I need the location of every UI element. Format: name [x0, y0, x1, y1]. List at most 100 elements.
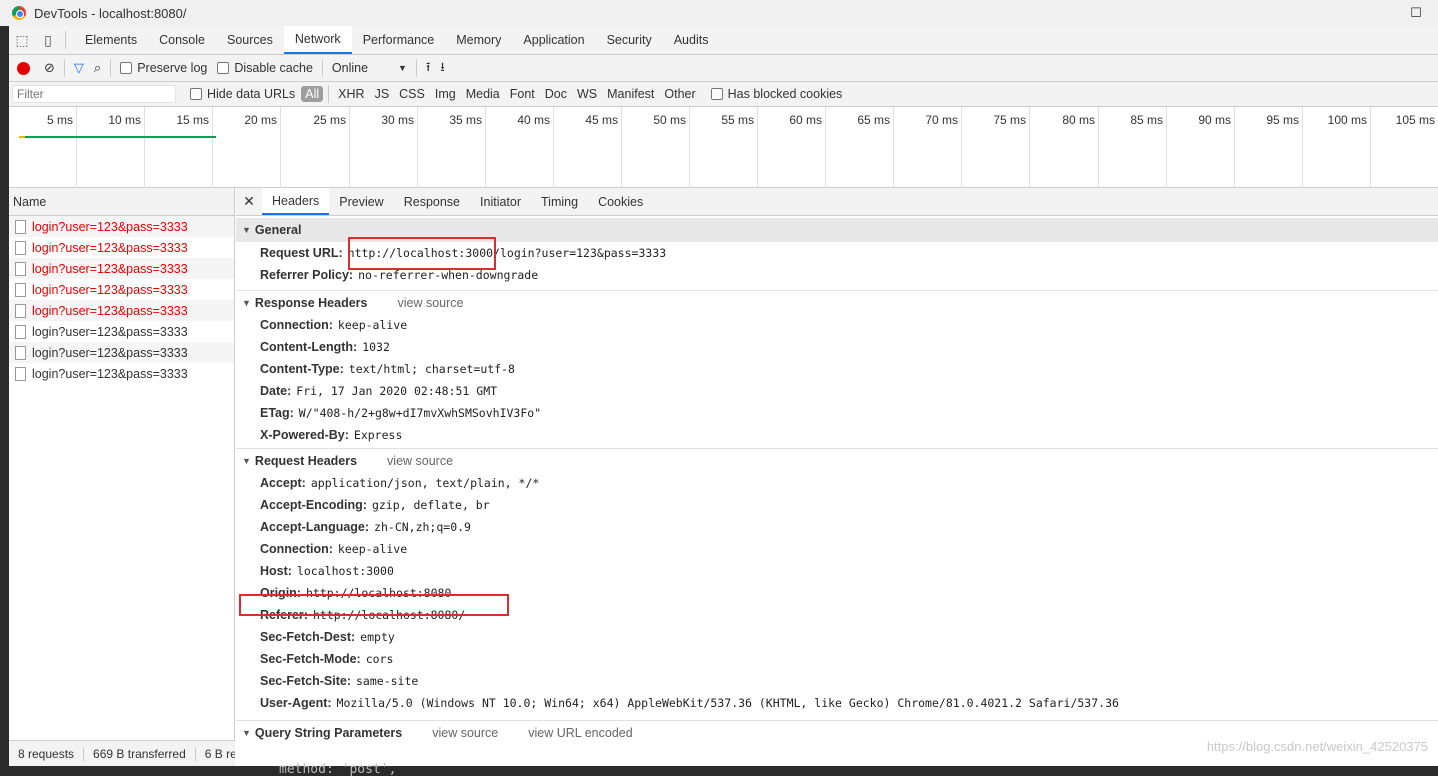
type-filter-all[interactable]: All [301, 86, 324, 102]
has-blocked-cookies-checkbox[interactable]: Has blocked cookies [710, 87, 842, 101]
general-key: Referrer Policy: [260, 268, 354, 282]
tab-audits[interactable]: Audits [663, 26, 720, 54]
request-header-key: Sec-Fetch-Mode: [260, 652, 361, 666]
tab-response[interactable]: Response [394, 188, 470, 215]
response-headers-section-header[interactable]: ▼ Response Headers view source [236, 290, 1438, 314]
query-view-source-link[interactable]: view source [432, 726, 498, 740]
view-url-encoded-link[interactable]: view URL encoded [528, 726, 632, 740]
checkbox-icon [217, 62, 230, 74]
query-string-title: Query String Parameters [254, 725, 403, 740]
request-row[interactable]: login?user=123&pass=3333 [9, 237, 234, 258]
maximize-icon[interactable]: ☐ [1406, 4, 1426, 22]
hide-data-urls-checkbox[interactable]: Hide data URLs [190, 87, 295, 101]
overview-tick-label: 105 ms [1395, 113, 1435, 127]
tab-initiator[interactable]: Initiator [470, 188, 531, 215]
type-filter-img[interactable]: Img [431, 87, 460, 101]
import-har-icon[interactable]: ⭱ [426, 58, 430, 79]
type-filter-css[interactable]: CSS [395, 87, 429, 101]
overview-request-bar [23, 136, 216, 138]
device-toolbar-icon[interactable]: ▯ [35, 26, 61, 54]
general-value[interactable]: no-referrer-when-downgrade [358, 268, 538, 282]
detail-tab-bar: ✕ Headers Preview Response Initiator Tim… [236, 188, 1438, 216]
search-icon[interactable]: ⌕ [94, 60, 101, 76]
request-header-value[interactable]: cors [366, 652, 394, 666]
request-view-source-link[interactable]: view source [387, 454, 453, 468]
response-header-value[interactable]: Express [354, 428, 402, 442]
request-header-value[interactable]: same-site [356, 674, 418, 688]
name-column-header[interactable]: Name [9, 188, 234, 216]
request-headers-section-header[interactable]: ▼ Request Headers view source [236, 448, 1438, 472]
type-filter-other[interactable]: Other [660, 87, 699, 101]
response-header-value[interactable]: text/html; charset=utf-8 [349, 362, 515, 376]
overview-gridline [9, 107, 1438, 188]
tab-application[interactable]: Application [512, 26, 595, 54]
type-filter-ws[interactable]: WS [573, 87, 601, 101]
tab-performance[interactable]: Performance [352, 26, 446, 54]
request-header-key: User-Agent: [260, 696, 332, 710]
divider [110, 59, 112, 77]
response-header-key: Content-Length: [260, 340, 358, 354]
type-filter-doc[interactable]: Doc [541, 87, 571, 101]
request-url-highlight-box [348, 237, 496, 270]
response-header-value[interactable]: keep-alive [338, 318, 407, 332]
throttle-select[interactable]: Online ▼ [332, 61, 407, 75]
request-header-value[interactable]: empty [360, 630, 395, 644]
request-header-value[interactable]: localhost:3000 [297, 564, 394, 578]
tab-console[interactable]: Console [148, 26, 216, 54]
filter-icon[interactable]: ▽ [74, 60, 84, 76]
request-row[interactable]: login?user=123&pass=3333 [9, 342, 234, 363]
tab-cookies[interactable]: Cookies [588, 188, 653, 215]
file-icon [15, 240, 26, 255]
disable-cache-checkbox[interactable]: Disable cache [217, 61, 313, 75]
tab-sources[interactable]: Sources [216, 26, 284, 54]
type-filter-font[interactable]: Font [506, 87, 539, 101]
response-header-value[interactable]: Fri, 17 Jan 2020 02:48:51 GMT [296, 384, 497, 398]
tab-preview[interactable]: Preview [329, 188, 393, 215]
response-header-value[interactable]: W/"408-h/2+g8w+dI7mvXwhSMSovhIV3Fo" [299, 406, 541, 420]
type-filter-js[interactable]: JS [371, 87, 394, 101]
request-row[interactable]: login?user=123&pass=3333 [9, 258, 234, 279]
request-row[interactable]: login?user=123&pass=3333 [9, 216, 234, 237]
response-view-source-link[interactable]: view source [397, 296, 463, 310]
tab-headers[interactable]: Headers [262, 188, 330, 215]
request-name: login?user=123&pass=3333 [32, 303, 188, 318]
response-header-key: Connection: [260, 318, 333, 332]
inspect-element-icon[interactable]: ⬚ [9, 26, 35, 54]
type-filter-xhr[interactable]: XHR [334, 87, 368, 101]
request-header-row: Accept: application/json, text/plain, */* [236, 472, 1438, 494]
title-bar: DevTools - localhost:8080/ ☐ [0, 0, 1438, 26]
request-header-value[interactable]: zh-CN,zh;q=0.9 [374, 520, 471, 534]
network-status-bar: 8 requests 669 B transferred 6 B re [9, 740, 235, 766]
export-har-icon[interactable]: ⭳ [440, 58, 444, 79]
divider [321, 59, 323, 77]
request-header-value[interactable]: Mozilla/5.0 (Windows NT 10.0; Win64; x64… [337, 696, 1119, 710]
type-filter-media[interactable]: Media [462, 87, 504, 101]
filter-input[interactable] [12, 85, 176, 103]
divider [415, 59, 417, 77]
preserve-log-checkbox[interactable]: Preserve log [120, 61, 207, 75]
request-header-value[interactable]: gzip, deflate, br [372, 498, 490, 512]
response-header-value[interactable]: 1032 [362, 340, 390, 354]
tab-elements[interactable]: Elements [74, 26, 148, 54]
tab-memory[interactable]: Memory [445, 26, 512, 54]
request-header-value[interactable]: keep-alive [338, 542, 407, 556]
response-header-row: Content-Type: text/html; charset=utf-8 [236, 358, 1438, 380]
request-row[interactable]: login?user=123&pass=3333 [9, 363, 234, 384]
response-headers-title: Response Headers [254, 295, 368, 310]
tab-network[interactable]: Network [283, 26, 352, 54]
tab-security[interactable]: Security [596, 26, 663, 54]
request-row[interactable]: login?user=123&pass=3333 [9, 321, 234, 342]
close-icon[interactable]: ✕ [236, 188, 262, 215]
network-overview[interactable]: 5 ms 10 ms 15 ms 20 ms 25 ms 30 ms 35 ms 40 ms 4… [9, 107, 1438, 188]
response-header-key: Content-Type: [260, 362, 344, 376]
tab-timing[interactable]: Timing [531, 188, 588, 215]
resources-size: 6 B re [204, 746, 235, 761]
record-icon[interactable] [17, 61, 30, 75]
request-name: login?user=123&pass=3333 [32, 366, 188, 381]
type-filter-manifest[interactable]: Manifest [603, 87, 658, 101]
clear-icon[interactable]: ⊘ [44, 60, 55, 76]
request-row[interactable]: login?user=123&pass=3333 [9, 279, 234, 300]
checkbox-icon [190, 88, 202, 100]
request-header-value[interactable]: application/json, text/plain, */* [311, 476, 539, 490]
request-row[interactable]: login?user=123&pass=3333 [9, 300, 234, 321]
